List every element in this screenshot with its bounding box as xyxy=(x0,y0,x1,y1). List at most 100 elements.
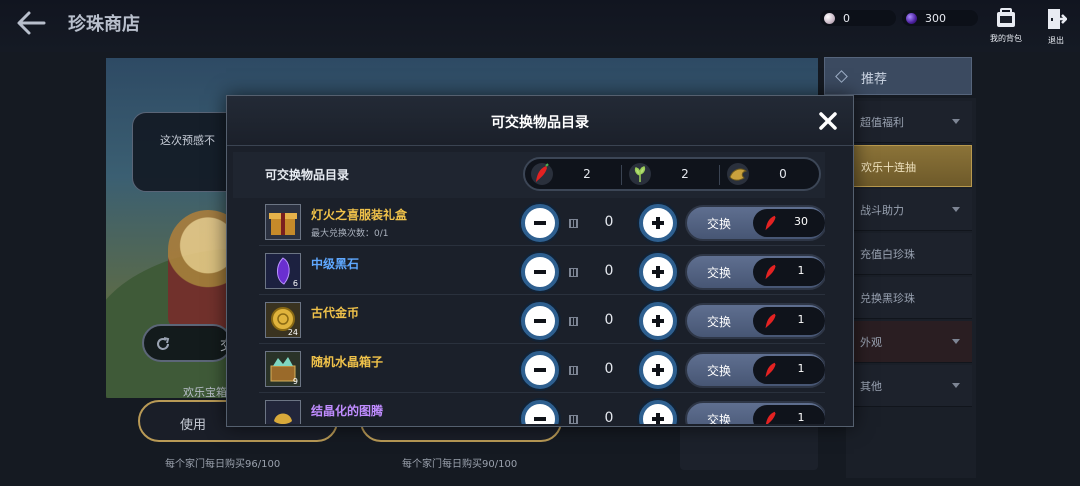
decrease-button[interactable] xyxy=(521,204,559,242)
token-separator xyxy=(719,165,720,185)
decrease-button[interactable] xyxy=(521,351,559,389)
item-name: 中级黑石 xyxy=(311,257,360,271)
menu-item-combat-boost[interactable]: 战斗助力 xyxy=(852,189,972,231)
token-count: 2 xyxy=(583,167,591,181)
exchange-list[interactable]: 可交换物品目录 2 2 0 灯火之喜服装礼盒 最大兑换次数：0/1 0 交换 3… xyxy=(233,152,825,424)
close-icon[interactable] xyxy=(817,110,839,132)
menu-item-ten-draw[interactable]: 欢乐十连抽 xyxy=(852,145,972,187)
exchange-cost-value: 1 xyxy=(797,411,805,424)
refresh-icon xyxy=(157,337,170,350)
red-pepper-icon xyxy=(765,362,776,378)
white-pearl-value: 0 xyxy=(843,11,850,25)
refresh-button[interactable]: 交 xyxy=(142,324,233,362)
increase-button[interactable] xyxy=(639,253,677,291)
item-name: 灯火之喜服装礼盒 xyxy=(311,208,408,222)
black-stone-icon[interactable]: 6 xyxy=(265,253,301,289)
list-header: 可交换物品目录 2 2 0 xyxy=(233,152,825,198)
dropdown-arrow-icon xyxy=(952,383,960,388)
table-row: 24 古代金币 0 交换 1 xyxy=(259,298,825,344)
gift-box-icon[interactable] xyxy=(265,204,301,240)
white-pearl-counter: 0 xyxy=(820,10,896,26)
gold-dragon-icon xyxy=(727,163,749,185)
red-pepper-icon xyxy=(765,313,776,329)
exit-button[interactable]: 退出 xyxy=(1036,8,1076,46)
calculator-icon[interactable] xyxy=(569,268,578,277)
my-bag-button[interactable]: 我的背包 xyxy=(986,8,1026,44)
bag-icon xyxy=(997,8,1015,27)
page-title: 珍珠商店 xyxy=(68,14,140,35)
increase-button[interactable] xyxy=(639,400,677,424)
modal-header: 可交换物品目录 xyxy=(227,96,853,146)
table-row: 结晶化的图腾 0 交换 1 xyxy=(259,396,825,424)
item-name: 随机水晶箱子 xyxy=(311,355,384,369)
bg-item-name: 欢乐宝箱 xyxy=(183,386,227,399)
exchange-button[interactable]: 交换 1 xyxy=(685,401,825,424)
menu-item-label: 超值福利 xyxy=(860,116,904,129)
dropdown-arrow-icon xyxy=(952,339,960,344)
diamond-icon xyxy=(835,70,848,83)
calculator-icon[interactable] xyxy=(569,219,578,228)
item-exchange-limit: 最大兑换次数：0/1 xyxy=(311,229,389,239)
black-pearl-counter: 300 xyxy=(902,10,978,26)
gold-coin-icon[interactable]: 24 xyxy=(265,302,301,338)
menu-item-label: 其他 xyxy=(860,380,882,393)
menu-item-label: 欢乐十连抽 xyxy=(861,161,916,174)
item-quantity-badge: 9 xyxy=(292,377,298,386)
exchange-label: 交换 xyxy=(707,364,732,378)
red-pepper-icon xyxy=(765,264,776,280)
increase-button[interactable] xyxy=(639,302,677,340)
item-name: 古代金币 xyxy=(311,306,360,320)
token-separator xyxy=(621,165,622,185)
table-row: 9 随机水晶箱子 0 交换 1 xyxy=(259,347,825,393)
menu-item-label: 兑换黑珍珠 xyxy=(860,292,915,305)
top-bar: 珍珠商店 0 300 我的背包 退出 xyxy=(0,0,1080,52)
menu-item-other[interactable]: 其他 xyxy=(852,365,972,407)
menu-item-appearance[interactable]: 外观 xyxy=(852,321,972,363)
table-row: 灯火之喜服装礼盒 最大兑换次数：0/1 0 交换 30 xyxy=(259,200,825,246)
red-pepper-icon xyxy=(531,163,553,185)
exchange-cost-value: 30 xyxy=(794,215,808,228)
calculator-icon[interactable] xyxy=(569,366,578,375)
crystal-chest-icon[interactable]: 9 xyxy=(265,351,301,387)
increase-button[interactable] xyxy=(639,351,677,389)
item-quantity-badge: 24 xyxy=(287,328,298,337)
exchange-button[interactable]: 交换 1 xyxy=(685,303,825,339)
exchange-button[interactable]: 交换 1 xyxy=(685,352,825,388)
red-pepper-icon xyxy=(765,215,776,231)
red-pepper-icon xyxy=(765,411,776,424)
menu-item-label: 充值白珍珠 xyxy=(860,248,915,261)
side-menu-header[interactable]: 推荐 xyxy=(824,57,972,95)
exchange-cost: 30 xyxy=(753,209,825,237)
item-name: 结晶化的图腾 xyxy=(311,404,384,418)
green-herb-icon xyxy=(629,163,651,185)
black-pearl-icon xyxy=(906,12,917,24)
table-row: 6 中级黑石 0 交换 1 xyxy=(259,249,825,295)
menu-item-exchange-black-pearl[interactable]: 兑换黑珍珠 xyxy=(852,277,972,319)
exit-door-icon xyxy=(1048,9,1068,29)
exchange-label: 交换 xyxy=(707,217,732,231)
increase-button[interactable] xyxy=(639,204,677,242)
exit-label: 退出 xyxy=(1048,36,1064,45)
token-count: 0 xyxy=(779,167,787,181)
side-menu-header-label: 推荐 xyxy=(861,72,888,87)
menu-item-recharge-white-pearl[interactable]: 充值白珍珠 xyxy=(852,233,972,275)
back-arrow-icon[interactable] xyxy=(14,8,48,38)
calculator-icon[interactable] xyxy=(569,317,578,326)
list-title: 可交换物品目录 xyxy=(265,168,350,182)
exchange-button[interactable]: 交换 1 xyxy=(685,254,825,290)
quantity-value: 0 xyxy=(604,312,614,328)
menu-item-value-welfare[interactable]: 超值福利 xyxy=(852,101,972,143)
quantity-value: 0 xyxy=(604,410,614,424)
exchange-cost-value: 1 xyxy=(797,362,805,375)
exchange-label: 交换 xyxy=(707,315,732,329)
purchase-limit-left: 每个家门每日购买96/100 xyxy=(165,459,281,470)
menu-item-label: 外观 xyxy=(860,336,882,349)
decrease-button[interactable] xyxy=(521,400,559,424)
crystal-totem-icon[interactable] xyxy=(265,400,301,424)
exchange-button[interactable]: 交换 30 xyxy=(685,205,825,241)
calculator-icon[interactable] xyxy=(569,415,578,424)
decrease-button[interactable] xyxy=(521,253,559,291)
decrease-button[interactable] xyxy=(521,302,559,340)
purchase-limit-right: 每个家门每日购买90/100 xyxy=(402,459,518,470)
token-balance-bar: 2 2 0 xyxy=(523,157,821,191)
